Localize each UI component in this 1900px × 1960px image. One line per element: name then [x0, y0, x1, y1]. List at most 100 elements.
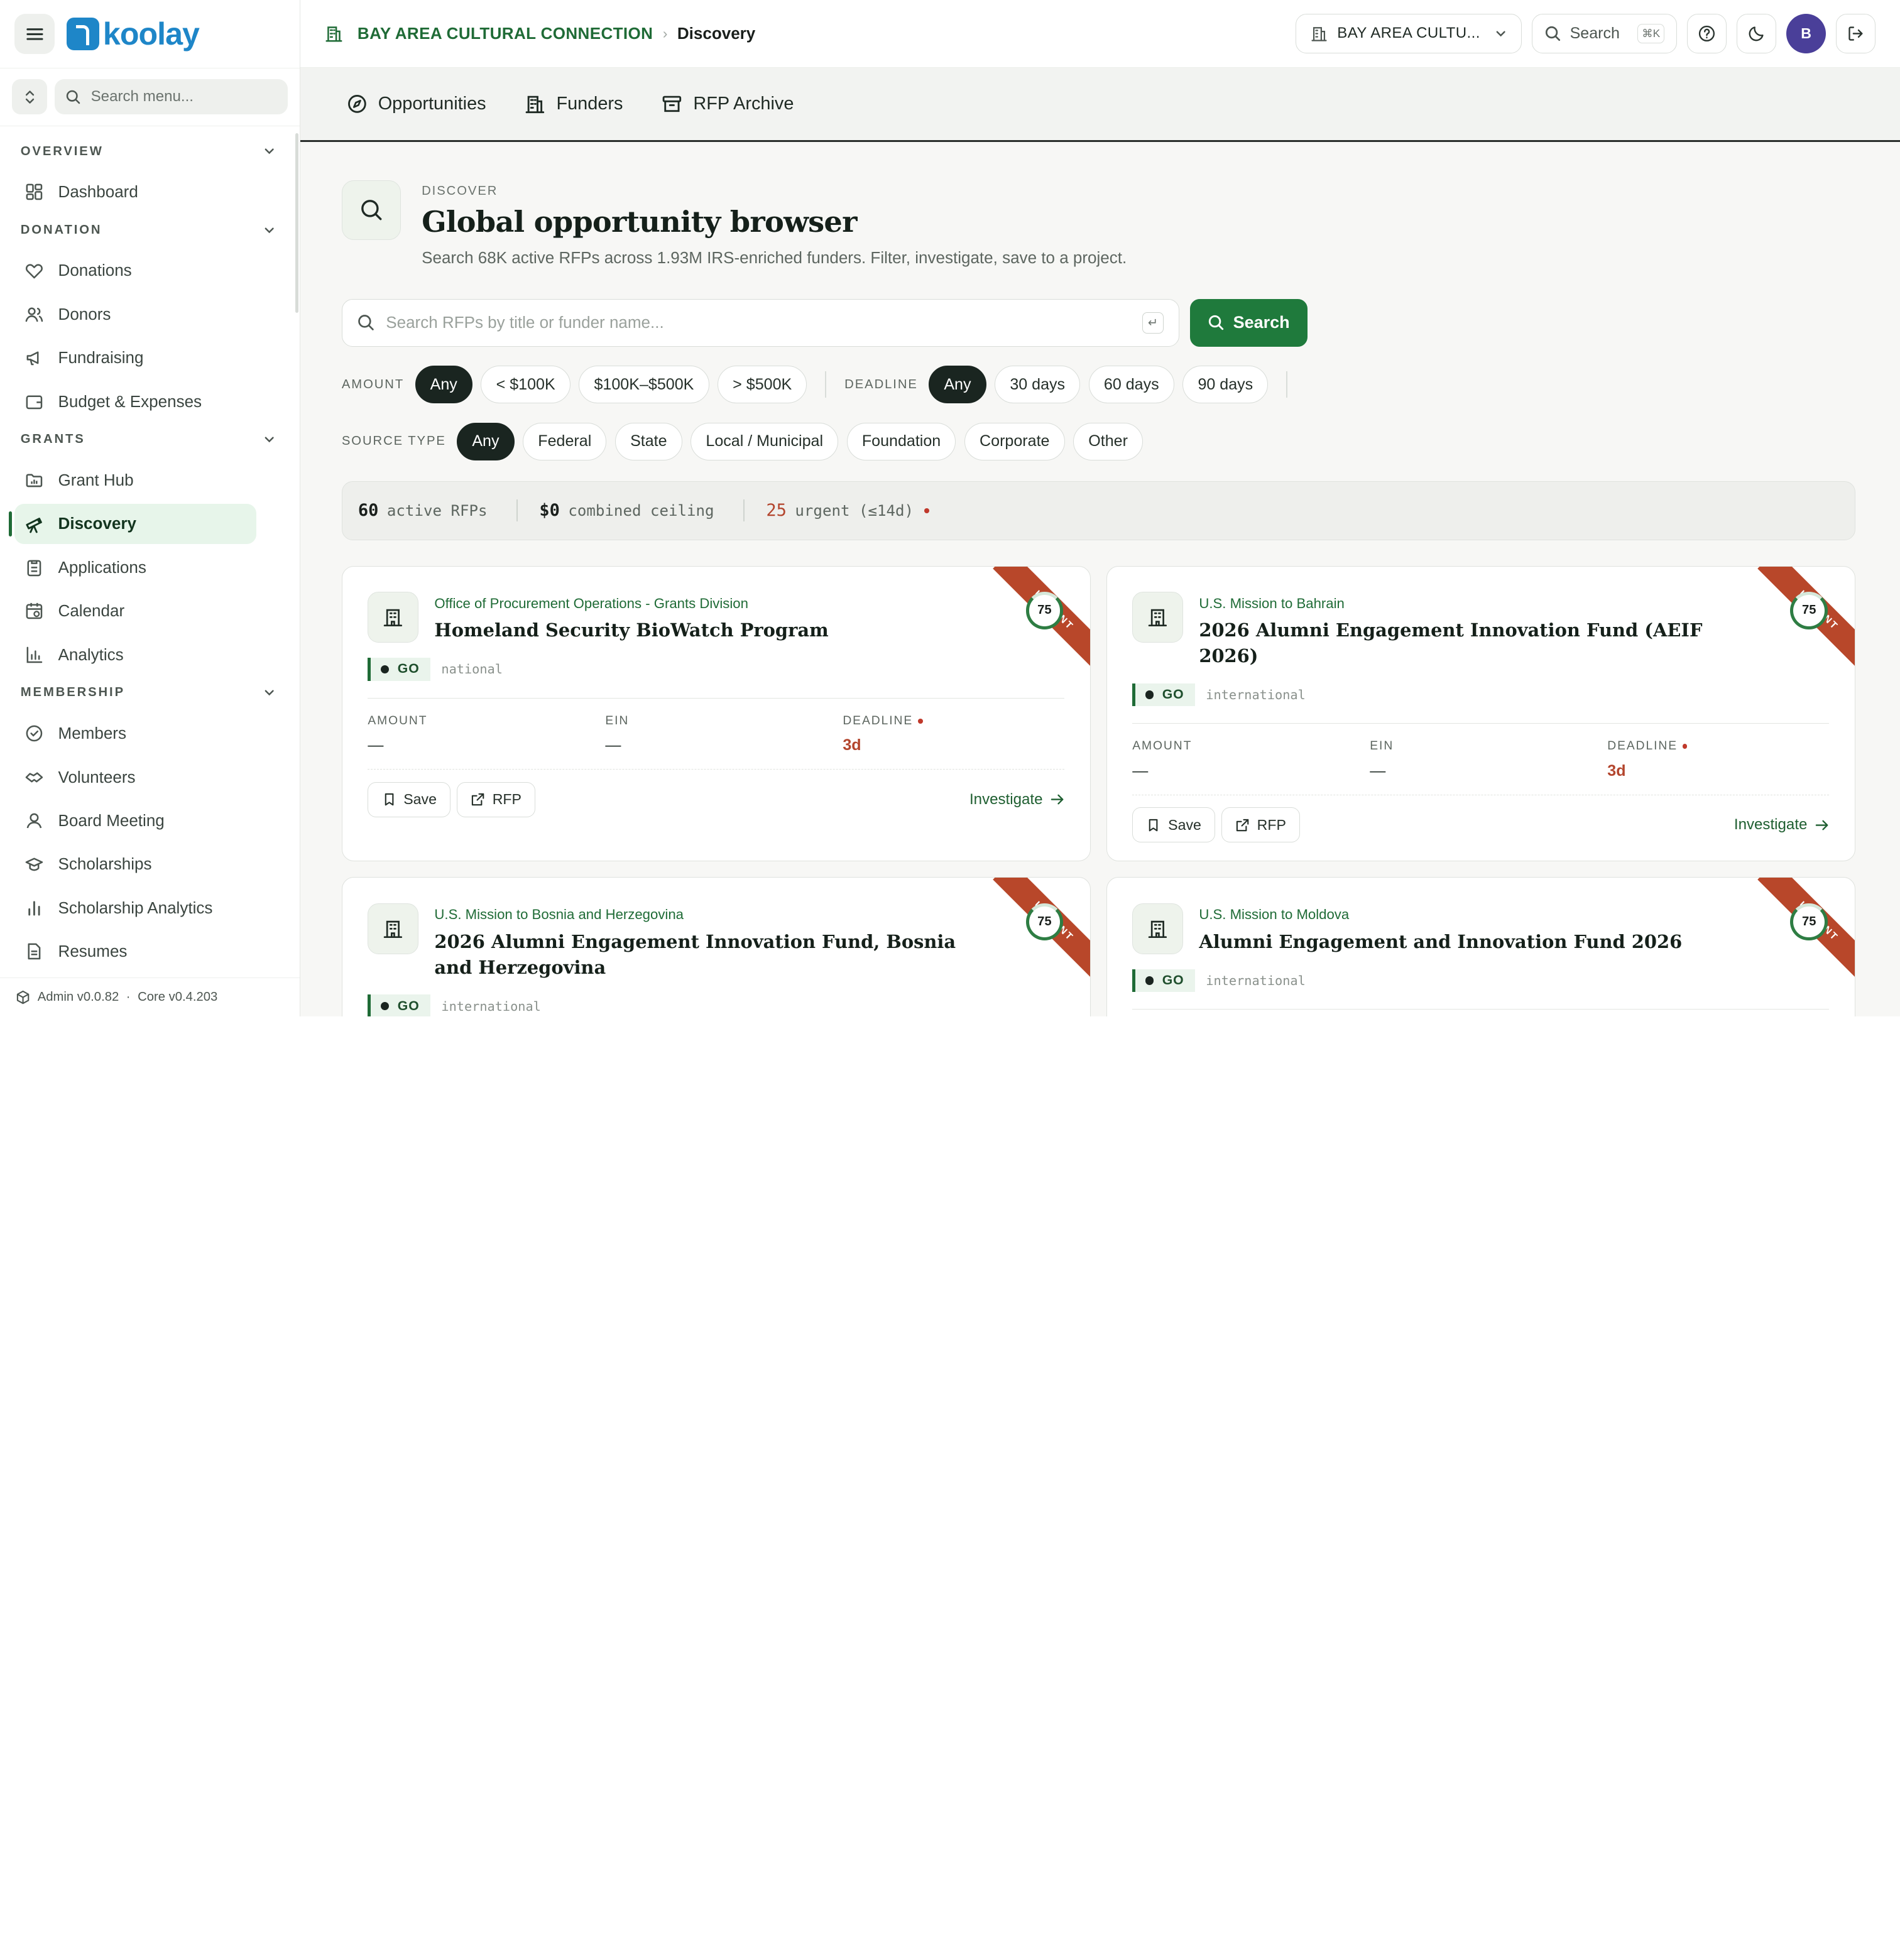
help-circle-icon	[1698, 25, 1715, 42]
funder-name[interactable]: U.S. Mission to Moldova	[1199, 906, 1682, 923]
section-overview[interactable]: OVERVIEW	[0, 141, 300, 163]
opportunity-meta: AMOUNT— EIN— DEADLINE3d	[1132, 1009, 1830, 1017]
funder-name[interactable]: U.S. Mission to Bosnia and Herzegovina	[434, 906, 968, 923]
logout-button[interactable]	[1835, 13, 1876, 54]
investigate-label: Investigate	[969, 790, 1043, 808]
building-icon	[1149, 920, 1167, 938]
amount-chip-any[interactable]: Any	[415, 366, 472, 404]
sidebar-item-grant-hub[interactable]: Grant Hub	[14, 460, 256, 501]
active-rfp-count: 60	[358, 501, 379, 521]
opportunity-title[interactable]: 2026 Alumni Engagement Innovation Fund, …	[434, 929, 968, 980]
breadcrumb-org[interactable]: BAY AREA CULTURAL CONNECTION	[358, 24, 653, 43]
save-button[interactable]: Save	[368, 781, 451, 817]
tab-opportunities[interactable]: Opportunities	[347, 94, 486, 114]
opportunity-title[interactable]: Alumni Engagement and Innovation Fund 20…	[1199, 929, 1682, 955]
investigate-link[interactable]: Investigate	[969, 791, 1064, 808]
urgent-indicator-dot	[924, 508, 930, 513]
ein-label-text: EIN	[605, 714, 630, 727]
rfp-link-button[interactable]: RFP	[456, 781, 536, 817]
megaphone-icon	[26, 351, 39, 366]
rfp-search-input[interactable]: Search RFPs by title or funder name... ↵	[341, 299, 1179, 347]
theme-toggle-button[interactable]	[1736, 13, 1777, 54]
sidebar-item-discovery[interactable]: Discovery	[8, 504, 256, 544]
source-chip-state[interactable]: State	[614, 423, 682, 460]
deadline-label-text: DEADLINE	[843, 714, 914, 727]
log-out-icon	[1848, 26, 1863, 41]
rfp-link-button[interactable]: RFP	[1221, 807, 1301, 843]
section-grants[interactable]: GRANTS	[0, 429, 300, 451]
section-membership[interactable]: MEMBERSHIP	[0, 682, 300, 704]
sidebar-item-members[interactable]: Members	[14, 714, 256, 754]
funder-name[interactable]: U.S. Mission to Bahrain	[1199, 596, 1732, 612]
amount-value: —	[368, 736, 384, 754]
global-search-button[interactable]: Search ⌘K	[1531, 13, 1678, 54]
source-chip-federal[interactable]: Federal	[523, 423, 607, 460]
deadline-label-text: DEADLINE	[1607, 739, 1678, 753]
sidebar-item-dashboard[interactable]: Dashboard	[14, 172, 256, 212]
opportunity-title[interactable]: Homeland Security BioWatch Program	[434, 618, 828, 643]
source-chip-corporate[interactable]: Corporate	[964, 423, 1065, 460]
investigate-link[interactable]: Investigate	[1734, 816, 1829, 834]
ein-label: EIN	[1370, 739, 1607, 753]
sidebar-item-donors[interactable]: Donors	[14, 295, 256, 335]
search-button[interactable]: Search	[1189, 299, 1308, 347]
save-button[interactable]: Save	[1132, 807, 1216, 843]
go-status-tag: GO	[368, 994, 431, 1017]
deadline-chip-any[interactable]: Any	[929, 366, 986, 404]
sidebar-item-scholarship-analytics[interactable]: Scholarship Analytics	[14, 888, 256, 928]
amount-value: —	[1132, 761, 1149, 780]
opportunity-card[interactable]: URGENT 75 Office of Procurement Operatio…	[341, 565, 1091, 862]
hamburger-menu-button[interactable]	[14, 14, 55, 54]
sidebar-item-calendar[interactable]: Calendar	[14, 591, 256, 631]
sidebar-item-analytics[interactable]: Analytics	[14, 634, 256, 675]
sidebar-item-fundraising[interactable]: Fundraising	[14, 338, 256, 378]
search-icon	[1208, 315, 1224, 330]
expand-collapse-button[interactable]	[12, 79, 48, 115]
bookmark-icon	[385, 793, 393, 806]
sidebar-item-board-meeting[interactable]: Board Meeting	[14, 801, 256, 841]
source-chip-other[interactable]: Other	[1073, 423, 1144, 460]
menu-search-input[interactable]: Search menu...	[54, 79, 288, 115]
app-logo[interactable]: koolay	[67, 16, 200, 52]
opportunity-title[interactable]: 2026 Alumni Engagement Innovation Fund (…	[1199, 618, 1732, 668]
org-switcher-select[interactable]: BAY AREA CULTU...	[1295, 13, 1522, 54]
match-score: 75	[1025, 592, 1064, 629]
enter-key-hint: ↵	[1142, 312, 1164, 334]
amount-chip-under-100k[interactable]: < $100K	[481, 366, 571, 404]
opportunity-card[interactable]: URGENT 75 U.S. Mission to Bahrain 2026 A…	[1106, 565, 1855, 862]
funder-icon	[1132, 903, 1184, 954]
deadline-chip-30-days[interactable]: 30 days	[995, 366, 1081, 404]
keyboard-shortcut-hint: ⌘K	[1637, 24, 1664, 43]
source-chip-any[interactable]: Any	[457, 423, 515, 460]
tab-rfp-archive[interactable]: RFP Archive	[662, 94, 794, 114]
user-avatar[interactable]: B	[1786, 13, 1826, 54]
opportunity-card[interactable]: URGENT 75 U.S. Mission to Bosnia and Her…	[341, 877, 1091, 1017]
amount-chip-over-500k[interactable]: > $500K	[718, 366, 807, 404]
opportunity-card[interactable]: URGENT 75 U.S. Mission to Moldova Alumni…	[1106, 877, 1855, 1017]
source-chip-foundation[interactable]: Foundation	[846, 423, 956, 460]
source-chip-local[interactable]: Local / Municipal	[691, 423, 839, 460]
deadline-chip-90-days[interactable]: 90 days	[1182, 366, 1269, 404]
funder-icon	[368, 592, 419, 643]
deadline-label: DEADLINE	[843, 714, 1066, 728]
sidebar-item-applications[interactable]: Applications	[14, 548, 256, 588]
sidebar-item-donations[interactable]: Donations	[14, 251, 256, 291]
sidebar-scrollbar[interactable]	[295, 133, 299, 313]
admin-version: Admin v0.0.82	[37, 990, 119, 1004]
funder-name[interactable]: Office of Procurement Operations - Grant…	[434, 596, 828, 612]
filter-divider	[825, 371, 827, 398]
section-label: GRANTS	[20, 432, 85, 447]
sidebar-item-scholarships[interactable]: Scholarships	[14, 844, 256, 885]
amount-label-text: AMOUNT	[368, 714, 428, 727]
sidebar-item-resumes[interactable]: Resumes	[14, 932, 256, 972]
tab-funders[interactable]: Funders	[525, 94, 623, 114]
sidebar-item-volunteers[interactable]: Volunteers	[14, 757, 256, 797]
tab-label: RFP Archive	[693, 93, 794, 114]
amount-chip-100k-500k[interactable]: $100K–$500K	[579, 366, 709, 404]
section-donation[interactable]: DONATION	[0, 219, 300, 241]
sidebar-item-budget[interactable]: Budget & Expenses	[14, 381, 256, 422]
moon-icon	[1749, 26, 1764, 41]
deadline-chip-60-days[interactable]: 60 days	[1088, 366, 1174, 404]
page-title: Global opportunity browser	[422, 204, 857, 239]
help-button[interactable]	[1686, 13, 1727, 54]
